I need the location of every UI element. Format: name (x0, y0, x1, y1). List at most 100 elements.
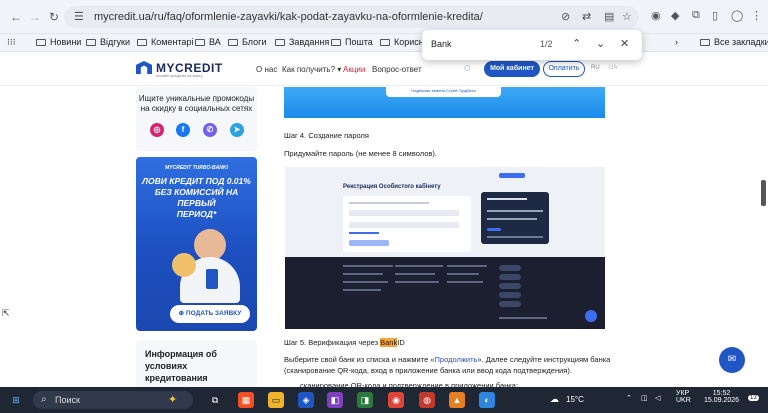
footer-line (343, 273, 383, 275)
search-icon: ⌕ (41, 394, 47, 405)
find-next-icon[interactable]: ⌄ (596, 37, 605, 50)
find-close-icon[interactable]: ✕ (620, 37, 629, 50)
app-icon-blue[interactable]: ◈ (298, 392, 314, 408)
form-field (349, 222, 459, 228)
apply-button[interactable]: ⊕ ПОДАТЬ ЗАЯВКУ (170, 305, 250, 323)
find-input[interactable]: Bank (431, 39, 452, 49)
reload-icon[interactable]: ↻ (46, 9, 62, 25)
page-scrollbar[interactable] (761, 180, 766, 206)
taskbar-search[interactable]: ⌕ Поиск ✦ (33, 391, 193, 409)
page-icon[interactable]: ▤ (604, 10, 614, 23)
lang-ua[interactable]: UA (609, 65, 617, 71)
explorer-icon[interactable]: ▭ (268, 392, 284, 408)
step5-heading: Шаг 5. Верификация через BankID (284, 338, 405, 347)
card-line (487, 236, 543, 238)
article-image-top: Надёжная замена Стрёй-Трудбета (284, 87, 605, 118)
nav-promo[interactable]: Акции (343, 65, 365, 74)
find-prev-icon[interactable]: ⌃ (572, 37, 581, 50)
nav-how-to-get[interactable]: Как получить? ▾ (282, 65, 341, 74)
weather-icon[interactable]: ☁ (550, 394, 559, 405)
card-line (487, 210, 543, 212)
sidebar-icon[interactable]: ▯ (712, 9, 718, 22)
browser-toolbar: ← → ↻ ☰ mycredit.ua/ru/faq/oformlenie-za… (0, 0, 768, 34)
store-icon[interactable]: ▦ (238, 392, 254, 408)
bookmark-item[interactable]: Пошта (331, 37, 373, 47)
site-logo[interactable]: MYCREDIT онлайн кредиты на карту (136, 61, 222, 78)
screenshot-button (499, 173, 525, 178)
footer-badge (499, 265, 521, 271)
bookmark-item[interactable]: Коментарі (137, 37, 193, 47)
find-bar: Bank 1/2 ⌃ ⌄ ✕ (422, 30, 642, 60)
phone-icon (206, 269, 218, 289)
temperature[interactable]: 15°C (566, 395, 584, 404)
viber-icon[interactable]: ✆ (203, 123, 217, 137)
app-icon-red[interactable]: ◍ (419, 392, 435, 408)
eye-off-icon[interactable]: ⊘ (561, 10, 570, 23)
bookmark-item[interactable]: ВА (195, 37, 221, 47)
info-card: Информация об условиях кредитования (136, 340, 257, 390)
cabinet-button[interactable]: Мой кабинет (484, 61, 540, 77)
site-info-icon[interactable]: ☰ (74, 10, 84, 23)
facebook-icon[interactable]: f (176, 123, 190, 137)
address-bar[interactable]: ☰ mycredit.ua/ru/faq/oformlenie-zayavki/… (64, 6, 639, 28)
bookmark-star-icon[interactable]: ☆ (622, 10, 632, 23)
footer-badge (499, 301, 521, 307)
support-chat-icon[interactable]: ✉ (719, 347, 745, 373)
tray-chevron-icon[interactable]: ⌃ (626, 394, 632, 402)
footer-line (447, 281, 483, 283)
chevron-right-icon[interactable]: › (675, 37, 678, 47)
profile-icon[interactable]: ◯ (731, 9, 743, 22)
bookmark-item[interactable]: Корисні (380, 37, 426, 47)
banner-person-woman (172, 253, 196, 277)
footer-line (447, 273, 479, 275)
network-icon[interactable]: ◫ (641, 394, 648, 402)
lang-indicator[interactable]: УКР UKR (676, 390, 691, 404)
app-icon-green[interactable]: ◨ (357, 392, 373, 408)
shield-icon: ⊕ (178, 310, 185, 317)
pay-button[interactable]: Оплатить (543, 61, 585, 77)
forward-icon[interactable]: → (27, 9, 43, 25)
bookmarks-bar: ⁝⁝⁝ Новини Відгуки Коментарі ВА Блоги За… (0, 34, 768, 52)
bookmark-item[interactable]: Новини (36, 37, 81, 47)
translate-icon[interactable]: ⇄ (582, 10, 591, 23)
screenshot-form (343, 196, 471, 252)
instagram-icon[interactable]: ◎ (150, 123, 164, 137)
windows-start-icon[interactable]: ⊞ (8, 392, 24, 408)
notification-badge[interactable]: 13 (748, 395, 759, 401)
nav-faq[interactable]: Вопрос-ответ (372, 65, 422, 74)
footer-badge (499, 292, 521, 298)
bookmark-item[interactable]: Завдання (275, 37, 329, 47)
form-line (349, 202, 429, 204)
footer-line (343, 265, 393, 267)
camera-icon[interactable]: ◉ (651, 9, 661, 22)
footer-line (343, 289, 381, 291)
extension-color-icon[interactable]: ◆ (671, 9, 679, 22)
find-count: 1/2 (540, 39, 553, 49)
volume-icon[interactable]: ◁ (655, 394, 660, 402)
bookmark-item[interactable]: Блоги (228, 37, 266, 47)
continue-link[interactable]: Продолжить (435, 355, 478, 364)
app-icon-orange[interactable]: ▲ (449, 392, 465, 408)
chrome-icon[interactable]: ◉ (388, 392, 404, 408)
step4-heading: Шаг 4. Создание пароля (284, 131, 369, 140)
footer-line (499, 317, 547, 319)
all-bookmarks[interactable]: Все закладки (700, 37, 768, 47)
menu-icon[interactable]: ⋮ (751, 9, 762, 22)
nav-about[interactable]: О нас (256, 65, 277, 74)
screenshot-title: Рекстрация Особистого кабінету (343, 184, 441, 190)
chat-icon[interactable]: ◌ (464, 62, 471, 74)
back-icon[interactable]: ← (8, 9, 24, 25)
card-line (487, 198, 527, 200)
choose-bank-text: Выберите свой банк из списка и нажмите «… (284, 355, 611, 364)
bookmark-item[interactable]: Відгуки (86, 37, 130, 47)
app-icon-purple[interactable]: ◧ (327, 392, 343, 408)
extensions-icon[interactable]: ⧉ (692, 9, 700, 22)
promo-banner[interactable]: MYCREDIT TURBO-BANKI ЛОВИ КРЕДИТ ПОД 0.0… (136, 157, 257, 331)
clock[interactable]: 15:52 15.09.2026 (704, 390, 739, 404)
telegram-icon[interactable]: ➤ (230, 123, 244, 137)
footer-badge (499, 274, 521, 280)
lang-ru[interactable]: RU (591, 65, 600, 71)
task-view-icon[interactable]: ⧉ (207, 392, 223, 408)
app-icon-sky[interactable]: ◐ (479, 392, 495, 408)
apps-icon[interactable]: ⁝⁝⁝ (7, 37, 16, 48)
